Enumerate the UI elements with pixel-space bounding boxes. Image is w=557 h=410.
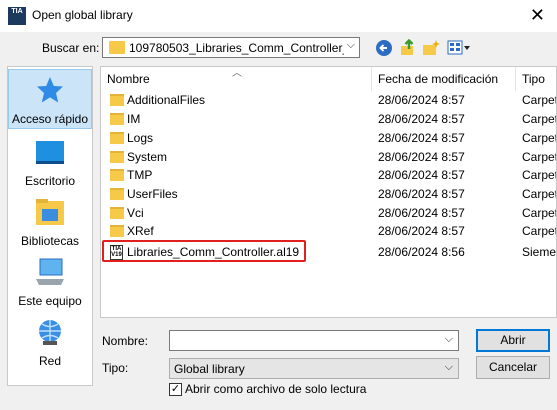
filetype-label: Tipo: <box>102 361 129 375</box>
file-name: XRef <box>127 224 154 238</box>
desktop-icon <box>36 141 64 164</box>
file-date: 28/06/2024 8:57 <box>378 93 465 107</box>
tia-app-icon: TIA <box>8 7 26 25</box>
file-name: IM <box>127 112 141 126</box>
file-row[interactable]: Vci 28/06/2024 8:57 Carpeta <box>101 204 556 223</box>
place-quick-access[interactable]: Acceso rápido <box>8 69 92 129</box>
column-divider[interactable] <box>515 67 516 91</box>
file-row[interactable]: IM 28/06/2024 8:57 Carpeta <box>101 110 556 129</box>
up-folder-button[interactable] <box>398 38 418 58</box>
sort-arrow-icon: ︿ <box>232 68 242 79</box>
chevron-down-icon[interactable]: ⌵ <box>445 333 453 346</box>
file-type: Carpeta <box>522 150 556 164</box>
file-name: Vci <box>127 206 144 220</box>
filename-label: Nombre: <box>102 334 149 348</box>
folder-icon <box>110 113 124 125</box>
file-type: Carpeta <box>522 131 556 145</box>
place-label: Escritorio <box>24 174 75 188</box>
close-icon[interactable]: ✕ <box>530 5 545 26</box>
back-arrow-icon <box>376 40 392 56</box>
file-date: 28/06/2024 8:57 <box>378 131 465 145</box>
column-header-type[interactable]: Tipo <box>522 67 545 91</box>
place-libraries[interactable]: Bibliotecas <box>8 195 92 255</box>
place-network[interactable]: Red <box>8 315 92 375</box>
up-folder-icon <box>401 39 414 55</box>
readonly-label: Abrir como archivo de solo lectura <box>185 382 367 396</box>
star-icon <box>37 77 63 103</box>
file-list[interactable]: ︿ Nombre Fecha de modificación Tipo Addi… <box>100 66 557 318</box>
file-row[interactable]: AdditionalFiles 28/06/2024 8:57 Carpeta <box>101 91 556 110</box>
file-row[interactable]: System 28/06/2024 8:57 Carpeta <box>101 148 556 167</box>
file-row[interactable]: TMP 28/06/2024 8:57 Carpeta <box>101 166 556 185</box>
open-button[interactable]: Abrir <box>476 329 550 352</box>
place-label: Red <box>38 354 61 368</box>
folder-icon <box>109 41 125 54</box>
lookin-combobox[interactable]: 109780503_Libraries_Comm_Controller_LIB_… <box>102 37 360 58</box>
file-name: AdditionalFiles <box>127 93 206 107</box>
folder-icon <box>110 94 124 106</box>
column-divider[interactable] <box>371 67 372 91</box>
column-header-date[interactable]: Fecha de modificación <box>378 67 498 91</box>
place-desktop[interactable]: Escritorio <box>8 135 92 195</box>
folder-icon <box>110 151 124 163</box>
file-type: Carpeta <box>522 224 556 238</box>
file-name: System <box>127 150 168 164</box>
file-row[interactable]: XRef 28/06/2024 8:57 Carpeta <box>101 222 556 241</box>
filename-input[interactable]: ⌵ <box>169 330 459 351</box>
file-name: TMP <box>127 168 153 182</box>
file-type: Siemens <box>522 245 557 259</box>
lookin-label: Buscar en: <box>42 41 100 55</box>
file-date: 28/06/2024 8:56 <box>378 245 465 259</box>
filetype-select[interactable]: Global library ⌵ <box>169 358 459 379</box>
view-menu-button[interactable] <box>446 38 472 58</box>
file-row[interactable]: UserFiles 28/06/2024 8:57 Carpeta <box>101 185 556 204</box>
filetype-value: Global library <box>174 362 245 376</box>
file-date: 28/06/2024 8:57 <box>378 224 465 238</box>
lookin-value: 109780503_Libraries_Comm_Controller_LIB_… <box>129 41 344 55</box>
file-row[interactable]: Logs 28/06/2024 8:57 Carpeta <box>101 129 556 148</box>
folder-icon <box>110 132 124 144</box>
file-type: Carpeta <box>522 112 556 126</box>
file-type: Carpeta <box>522 93 556 107</box>
file-date: 28/06/2024 8:57 <box>378 187 465 201</box>
place-this-pc[interactable]: Este equipo <box>8 255 92 315</box>
back-button[interactable] <box>374 38 394 58</box>
folder-icon <box>110 188 124 200</box>
chevron-down-icon[interactable]: ⌵ <box>445 361 453 374</box>
file-type: Carpeta <box>522 168 556 182</box>
computer-icon <box>36 258 64 285</box>
new-folder-button[interactable] <box>421 38 441 58</box>
file-date: 28/06/2024 8:57 <box>378 168 465 182</box>
window-title: Open global library <box>32 8 133 22</box>
folder-icon <box>110 169 124 181</box>
title-bar: TIA Open global library ✕ <box>0 0 557 32</box>
file-date: 28/06/2024 8:57 <box>378 112 465 126</box>
file-date: 28/06/2024 8:57 <box>378 206 465 220</box>
place-label: Acceso rápido <box>11 112 89 126</box>
place-label: Este equipo <box>18 294 82 308</box>
readonly-checkbox[interactable]: ✓ <box>169 383 182 396</box>
new-folder-icon <box>423 40 440 55</box>
cancel-button[interactable]: Cancelar <box>476 356 550 379</box>
file-name: UserFiles <box>127 187 178 201</box>
places-bar: Acceso rápido Escritorio Bibliotecas Est… <box>7 66 93 386</box>
file-type: Carpeta <box>522 187 556 201</box>
folder-icon <box>110 225 124 237</box>
folder-icon <box>110 207 124 219</box>
file-date: 28/06/2024 8:57 <box>378 150 465 164</box>
chevron-down-icon[interactable]: ⌵ <box>347 39 355 52</box>
file-type: Carpeta <box>522 206 556 220</box>
place-label: Bibliotecas <box>20 234 80 248</box>
view-menu-icon <box>447 40 470 55</box>
highlight-box <box>102 240 306 262</box>
libraries-icon <box>36 199 64 225</box>
file-name: Logs <box>127 131 154 145</box>
network-icon <box>39 320 61 345</box>
column-header-name[interactable]: Nombre <box>107 67 150 91</box>
